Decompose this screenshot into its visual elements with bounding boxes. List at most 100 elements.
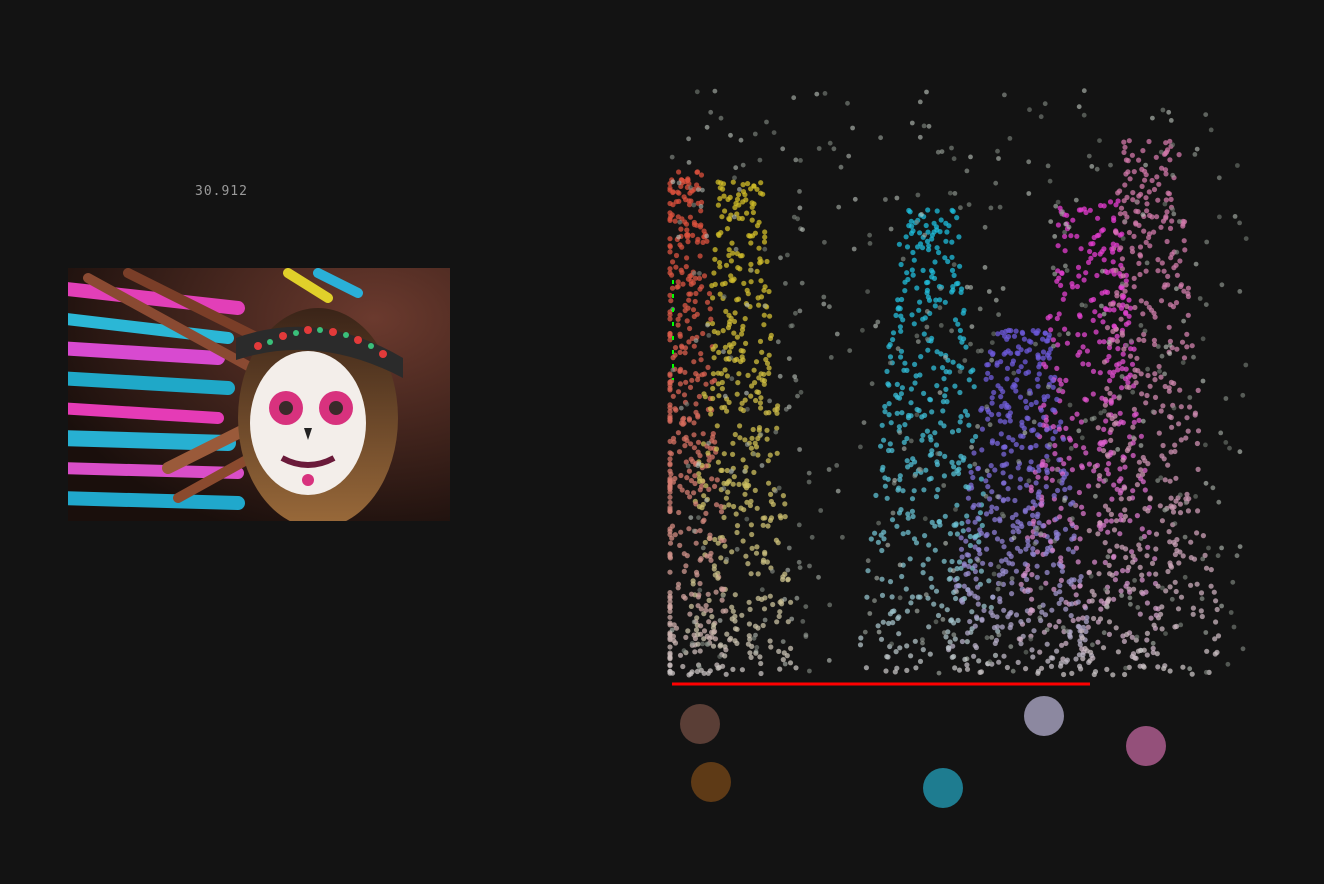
- scatter-point: [711, 355, 717, 361]
- scatter-point: [1153, 154, 1159, 160]
- scatter-point: [1119, 330, 1125, 336]
- scatter-point: [1092, 309, 1098, 315]
- scatter-point: [673, 264, 679, 270]
- scatter-point: [1117, 211, 1123, 217]
- scatter-point: [904, 270, 910, 276]
- scatter-point: [967, 618, 973, 625]
- swatch-lavender[interactable]: [1024, 696, 1064, 736]
- scatter-point: [876, 629, 882, 635]
- scatter-point: [908, 600, 914, 606]
- scatter-point: [979, 522, 985, 529]
- scatter-point: [836, 204, 842, 210]
- scatter-point: [1168, 414, 1174, 421]
- scatter-point: [956, 427, 962, 434]
- scatter-point: [1144, 652, 1150, 658]
- scatter-point: [728, 469, 734, 475]
- scatter-point: [947, 190, 953, 196]
- scatter-point: [1146, 138, 1152, 145]
- scatter-point: [1047, 313, 1053, 319]
- scatter-point: [1127, 589, 1133, 595]
- scatter-point: [1068, 446, 1074, 451]
- scatter-point: [1064, 268, 1070, 273]
- scatter-point: [1104, 452, 1110, 458]
- scatter-point: [905, 511, 911, 517]
- scatter-point: [1190, 605, 1196, 611]
- scatter-point: [708, 316, 714, 322]
- scatter-point: [959, 520, 965, 526]
- scatter-point: [1168, 196, 1174, 202]
- scatter-point: [1056, 275, 1062, 281]
- scatter-point: [1059, 270, 1065, 276]
- scatter-point: [1219, 603, 1224, 609]
- scatter-point: [1051, 343, 1056, 349]
- scatter-point: [1123, 554, 1129, 561]
- scatter-point: [734, 391, 740, 397]
- scatter-point: [888, 420, 894, 426]
- swatch-dark-orange[interactable]: [691, 762, 731, 802]
- scatter-point: [1051, 493, 1057, 499]
- scatter-point: [953, 583, 960, 589]
- scatter-point: [1035, 328, 1041, 334]
- scatter-point: [1104, 386, 1110, 392]
- scatter-point: [984, 468, 990, 474]
- scatter-point: [1243, 362, 1249, 368]
- scatter-point: [976, 539, 982, 545]
- scatter-point: [1107, 548, 1113, 554]
- scatter-point: [950, 287, 956, 293]
- scatter-point: [1103, 477, 1109, 483]
- scatter-point: [1127, 176, 1133, 182]
- scatter-point: [682, 369, 688, 375]
- scatter-point: [1178, 622, 1184, 628]
- scatter-point: [686, 297, 692, 303]
- scatter-point: [703, 483, 709, 489]
- scatter-point: [682, 345, 689, 351]
- scatter-point: [1095, 639, 1101, 645]
- scatter-point: [1133, 208, 1139, 214]
- scatter-point: [947, 531, 953, 537]
- scatter-point: [764, 119, 769, 125]
- scatter-point: [929, 236, 935, 242]
- swatch-brown[interactable]: [680, 704, 720, 744]
- swatch-pink[interactable]: [1126, 726, 1166, 766]
- scatter-point: [1148, 615, 1154, 621]
- scatter-point: [806, 470, 812, 476]
- swatch-teal[interactable]: [923, 768, 963, 808]
- scatter-point: [1058, 563, 1064, 569]
- scatter-point: [1208, 127, 1214, 133]
- scatter-point: [1129, 152, 1135, 158]
- scatter-point: [1068, 613, 1074, 619]
- scatter-point: [1177, 510, 1184, 516]
- scatter-point: [1185, 508, 1191, 514]
- scatter-point: [1119, 593, 1124, 598]
- scatter-point: [958, 289, 964, 295]
- scatter-point: [951, 632, 957, 638]
- scatter-point: [1117, 394, 1122, 399]
- scatter-point: [838, 164, 844, 170]
- scatter-point: [742, 316, 748, 322]
- scatter-point: [1025, 369, 1032, 375]
- scatter-point: [1162, 201, 1168, 207]
- scatter-point: [917, 99, 923, 105]
- scatter-point: [989, 400, 995, 406]
- scatter-point: [1159, 626, 1165, 632]
- scatter-point: [1167, 225, 1174, 231]
- scatter-point: [918, 354, 924, 360]
- scatter-point: [677, 368, 683, 374]
- scatter-point: [756, 302, 762, 308]
- scatter-point: [684, 489, 690, 495]
- scatter-point: [826, 658, 832, 663]
- scatter-point: [1153, 605, 1159, 611]
- scatter-point: [691, 359, 697, 365]
- scatter-point: [675, 585, 681, 591]
- scatter-point: [1127, 595, 1133, 601]
- scatter-point: [1058, 419, 1064, 425]
- scatter-point: [1088, 649, 1094, 655]
- scatter-point: [994, 360, 1000, 366]
- scatter-point: [667, 385, 673, 391]
- scatter-point: [698, 606, 704, 612]
- scatter-point: [755, 595, 761, 602]
- scatter-point: [1068, 501, 1074, 507]
- scatter-point: [1137, 244, 1144, 250]
- scatter-point: [875, 623, 881, 629]
- scatter-point: [688, 603, 694, 610]
